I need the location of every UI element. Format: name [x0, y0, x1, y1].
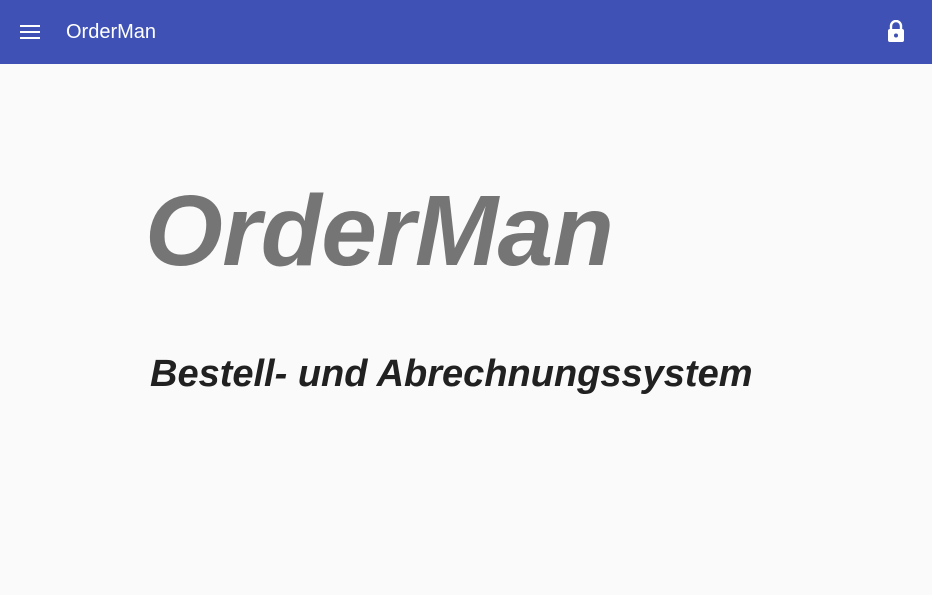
menu-button[interactable] [20, 20, 52, 44]
hero-subtitle: Bestell- und Abrechnungssystem [150, 353, 753, 395]
menu-icon [20, 25, 40, 39]
app-toolbar: OrderMan [0, 0, 932, 64]
lock-button[interactable] [880, 18, 912, 48]
app-title: OrderMan [66, 21, 157, 43]
hero-title: OrderMan [145, 175, 614, 287]
main-content [0, 64, 932, 595]
lock-icon [887, 19, 905, 47]
